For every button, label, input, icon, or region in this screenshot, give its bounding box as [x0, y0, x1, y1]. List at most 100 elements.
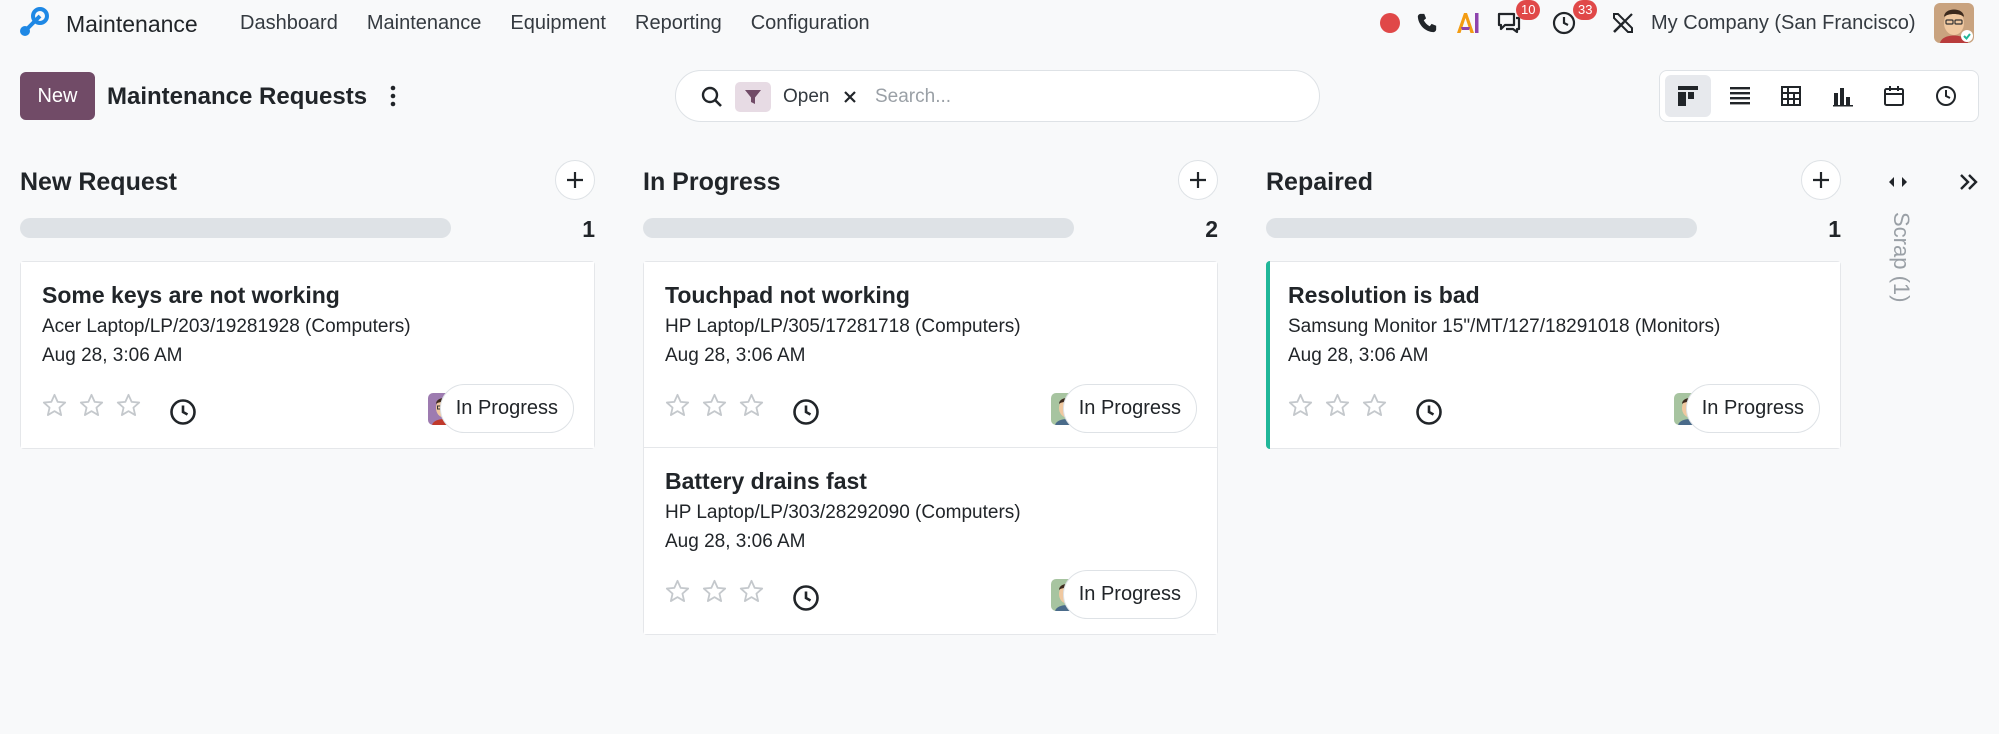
- clock-icon: [1935, 86, 1956, 106]
- graph-view-button[interactable]: [1820, 75, 1866, 117]
- bar-chart-icon: [1832, 88, 1853, 107]
- calendar-icon: [1884, 86, 1904, 106]
- menu-maintenance[interactable]: Maintenance: [367, 12, 482, 35]
- column-progress-bar[interactable]: [20, 218, 451, 238]
- card-date: Aug 28, 3:06 AM: [665, 345, 806, 366]
- priority-stars: [1287, 392, 1398, 419]
- activity-clock-icon[interactable]: [792, 584, 820, 612]
- quick-create-button[interactable]: [1801, 160, 1841, 200]
- card-list: Resolution is bad Samsung Monitor 15"/MT/…: [1266, 261, 1841, 449]
- folded-column-label[interactable]: Scrap (1): [1888, 212, 1914, 302]
- search-input[interactable]: [875, 83, 1295, 111]
- expand-columns-icon[interactable]: [1956, 170, 1982, 194]
- kanban-card[interactable]: Battery drains fast HP Laptop/LP/303/2829…: [644, 448, 1217, 634]
- card-title: Touchpad not working: [665, 282, 910, 308]
- quick-create-button[interactable]: [1178, 160, 1218, 200]
- kanban-card[interactable]: Resolution is bad Samsung Monitor 15"/MT/…: [1266, 261, 1840, 449]
- list-icon: [1729, 87, 1750, 105]
- fold-toggle-icon[interactable]: [1885, 172, 1911, 192]
- activity-clock-icon[interactable]: [1415, 398, 1443, 426]
- phone-icon[interactable]: [1414, 10, 1440, 36]
- column-title[interactable]: Repaired: [1266, 168, 1373, 197]
- remove-facet-icon[interactable]: [841, 88, 859, 106]
- card-date: Aug 28, 3:06 AM: [1288, 345, 1429, 366]
- star-icon[interactable]: [701, 578, 728, 605]
- priority-stars: [41, 392, 152, 419]
- record-icon[interactable]: [1377, 10, 1403, 36]
- more-actions-icon[interactable]: [386, 84, 400, 108]
- star-icon[interactable]: [1324, 392, 1351, 419]
- star-icon[interactable]: [738, 578, 765, 605]
- card-equipment: HP Laptop/LP/303/28292090 (Computers): [665, 502, 1021, 523]
- pivot-view-button[interactable]: [1768, 75, 1814, 117]
- card-equipment: HP Laptop/LP/305/17281718 (Computers): [665, 316, 1021, 337]
- star-icon[interactable]: [664, 392, 691, 419]
- star-icon[interactable]: [664, 578, 691, 605]
- company-switcher[interactable]: My Company (San Francisco): [1651, 12, 1916, 35]
- plus-icon: [567, 172, 583, 188]
- star-icon[interactable]: [1361, 392, 1388, 419]
- filter-icon: [735, 82, 771, 112]
- ai-icon[interactable]: [1455, 10, 1481, 36]
- priority-stars: [664, 392, 775, 419]
- quick-create-button[interactable]: [555, 160, 595, 200]
- card-list: Touchpad not working HP Laptop/LP/305/172…: [643, 261, 1218, 635]
- priority-stars: [664, 578, 775, 605]
- card-title: Battery drains fast: [665, 468, 867, 494]
- new-button[interactable]: New: [20, 72, 95, 120]
- app-name[interactable]: Maintenance: [66, 11, 198, 38]
- main-menu: Dashboard Maintenance Equipment Reportin…: [240, 12, 899, 35]
- menu-equipment[interactable]: Equipment: [510, 12, 606, 35]
- app-logo-icon[interactable]: [16, 6, 50, 40]
- kanban-card[interactable]: Touchpad not working HP Laptop/LP/305/172…: [644, 262, 1217, 448]
- pivot-icon: [1781, 86, 1801, 106]
- column-count: 1: [582, 216, 595, 242]
- column-progress-bar[interactable]: [1266, 218, 1697, 238]
- activity-clock-icon[interactable]: [792, 398, 820, 426]
- state-button[interactable]: In Progress: [1062, 570, 1197, 619]
- card-equipment: Samsung Monitor 15"/MT/127/18291018 (Mon…: [1288, 316, 1721, 337]
- card-date: Aug 28, 3:06 AM: [665, 531, 806, 552]
- search-icon[interactable]: [700, 85, 724, 109]
- tools-icon[interactable]: [1610, 10, 1636, 36]
- card-list: Some keys are not working Acer Laptop/LP/…: [20, 261, 595, 449]
- card-title: Resolution is bad: [1288, 282, 1480, 308]
- menu-configuration[interactable]: Configuration: [751, 12, 870, 35]
- star-icon[interactable]: [701, 392, 728, 419]
- menu-dashboard[interactable]: Dashboard: [240, 12, 338, 35]
- card-date: Aug 28, 3:06 AM: [42, 345, 183, 366]
- state-button[interactable]: In Progress: [1685, 384, 1820, 433]
- menu-reporting[interactable]: Reporting: [635, 12, 722, 35]
- column-progress-bar[interactable]: [643, 218, 1074, 238]
- state-button[interactable]: In Progress: [1062, 384, 1197, 433]
- list-view-button[interactable]: [1717, 75, 1763, 117]
- star-icon[interactable]: [78, 392, 105, 419]
- column-count: 2: [1205, 216, 1218, 242]
- kanban-icon: [1678, 86, 1698, 106]
- view-switcher: [1659, 70, 1979, 122]
- star-icon[interactable]: [115, 392, 142, 419]
- star-icon[interactable]: [1287, 392, 1314, 419]
- card-title: Some keys are not working: [42, 282, 340, 308]
- star-icon[interactable]: [41, 392, 68, 419]
- calendar-view-button[interactable]: [1871, 75, 1917, 117]
- messages-badge: 10: [1516, 0, 1541, 20]
- plus-icon: [1813, 172, 1829, 188]
- activities-badge: 33: [1573, 0, 1598, 20]
- column-title[interactable]: New Request: [20, 168, 177, 197]
- state-button[interactable]: In Progress: [439, 384, 574, 433]
- activity-view-button[interactable]: [1923, 75, 1969, 117]
- kanban-card[interactable]: Some keys are not working Acer Laptop/LP/…: [21, 262, 594, 448]
- column-title[interactable]: In Progress: [643, 168, 781, 197]
- column-count: 1: [1828, 216, 1841, 242]
- search-facet: Open: [735, 82, 859, 112]
- page-title: Maintenance Requests: [107, 83, 368, 110]
- star-icon[interactable]: [738, 392, 765, 419]
- folded-column-scrap[interactable]: Scrap (1): [1880, 160, 1990, 320]
- user-avatar[interactable]: [1934, 3, 1974, 43]
- activity-clock-icon[interactable]: [169, 398, 197, 426]
- search-bar: Open: [675, 70, 1320, 122]
- kanban-view-button[interactable]: [1665, 75, 1711, 117]
- card-equipment: Acer Laptop/LP/203/19281928 (Computers): [42, 316, 411, 337]
- top-navbar: Maintenance Dashboard Maintenance Equipm…: [0, 0, 1999, 46]
